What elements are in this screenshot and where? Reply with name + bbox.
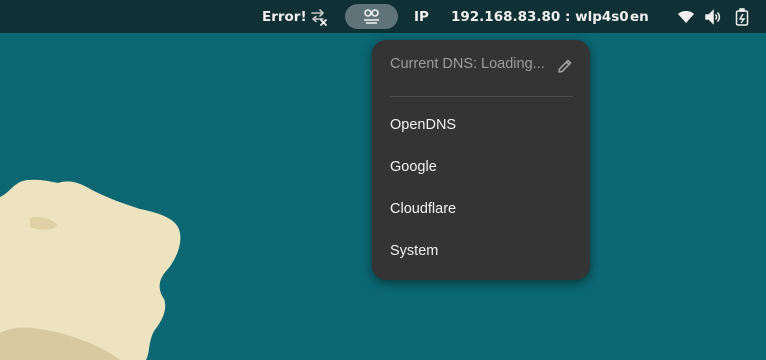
ip-address-indicator[interactable]: 192.168.83.80 : wlp4s0	[451, 0, 629, 33]
dns-option-google[interactable]: Google	[372, 149, 590, 187]
dns-option-opendns[interactable]: OpenDNS	[372, 107, 590, 145]
current-dns-row: Current DNS: Loading...	[372, 48, 590, 82]
ip-label: IP	[414, 8, 429, 25]
dns-menu: Current DNS: Loading... OpenDNS Google C…	[372, 40, 590, 280]
menu-item-label: System	[390, 243, 439, 259]
menu-separator	[390, 96, 573, 97]
dns-option-system[interactable]: System	[372, 233, 590, 271]
double-circle-icon	[364, 9, 379, 24]
speaker-icon[interactable]	[704, 8, 722, 26]
arrows-swap-x-icon[interactable]	[310, 8, 328, 26]
wifi-icon[interactable]	[677, 8, 695, 26]
menu-item-label: Cloudflare	[390, 201, 457, 217]
top-panel: Error! IP 192.168.83.80 : wlp4s0 en	[0, 0, 766, 33]
dns-option-cloudflare[interactable]: Cloudflare	[372, 191, 590, 229]
status-error-text[interactable]: Error!	[262, 0, 307, 33]
battery-charging-icon[interactable]	[733, 8, 751, 26]
pencil-icon[interactable]	[556, 57, 574, 75]
menu-item-label: OpenDNS	[390, 117, 457, 133]
current-dns-label: Current DNS: Loading...	[390, 56, 545, 72]
dns-indicator-button[interactable]	[345, 4, 398, 29]
menu-item-label: Google	[390, 159, 437, 175]
keyboard-layout-indicator[interactable]: en	[630, 0, 649, 33]
wallpaper-cloud	[0, 33, 190, 360]
